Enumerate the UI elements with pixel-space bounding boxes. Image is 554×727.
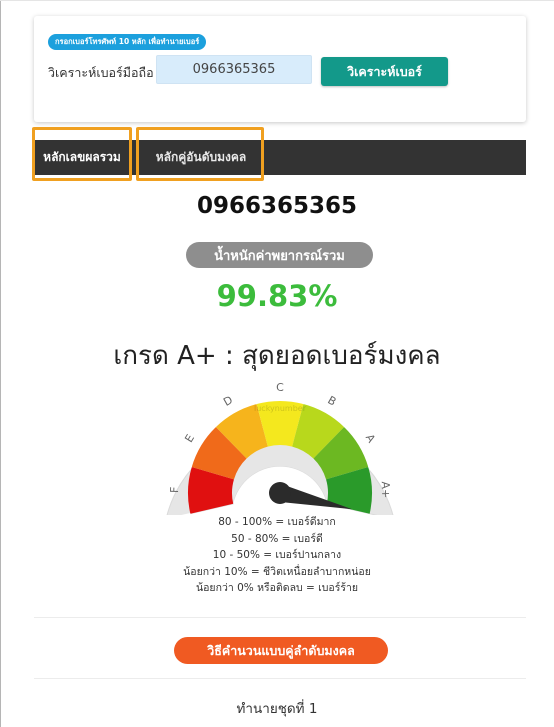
gauge-letter-label: A+ [379, 481, 392, 498]
gauge-separator [249, 379, 258, 405]
grade-heading: เกรด A+ : สุดยอดเบอร์มงคล [113, 341, 441, 371]
gauge-separator [167, 459, 192, 468]
phone-input-card: กรอกเบอร์โทรศัพท์ 10 หลัก เพื่อทำนายเบอร… [34, 16, 526, 122]
legend-line: น้อยกว่า 10% = ชีวิตเหนื่อยลำบากหน่อย [183, 565, 371, 578]
gauge-letter-label: F [168, 486, 181, 493]
legend-line: 80 - 100% = เบอร์ดีมาก [218, 516, 336, 528]
legend-line: น้อยกว่า 0% หรือติดลบ = เบอร์ร้าย [195, 582, 359, 594]
analyze-button[interactable]: วิเคราะห์เบอร์ [321, 57, 448, 86]
grade-gauge: F E D C B A A+ luckynumber [166, 379, 394, 515]
score-percent: 99.83% [216, 279, 338, 313]
gauge-letter-label: D [221, 393, 235, 408]
legend-line: 50 - 80% = เบอร์ดี [231, 532, 323, 545]
gauge-watermark: luckynumber [254, 404, 307, 413]
gauge-letter-label: A [363, 432, 378, 446]
tab-highlight-box-pairs [136, 127, 264, 181]
gauge-letter-label: E [182, 432, 197, 445]
gauge-letter-label: B [325, 394, 338, 409]
phone-field-label: วิเคราะห์เบอร์มือถือ [48, 65, 154, 80]
section-divider [34, 617, 526, 618]
tab-highlight-box-sum [32, 127, 132, 181]
prediction-heading: ทำนายชุดที่ 1 [236, 701, 318, 717]
phone-number-input[interactable] [156, 55, 312, 84]
gauge-separator [368, 459, 393, 468]
instruction-badge: กรอกเบอร์โทรศัพท์ 10 หลัก เพื่อทำนายเบอร… [48, 34, 207, 50]
gauge-separator [343, 408, 363, 428]
legend-line: 10 - 50% = เบอร์ปานกลาง [212, 549, 342, 561]
section-divider [34, 678, 526, 679]
window-border-top [0, 0, 554, 1]
grade-legend: 80 - 100% = เบอร์ดีมาก 50 - 80% = เบอร์ด… [0, 514, 554, 597]
gauge-separator [302, 379, 311, 405]
gauge-separator [197, 408, 217, 428]
result-phone-number: 0966365365 [196, 193, 358, 219]
gauge-needle-hub [269, 482, 291, 504]
gauge-letter-label: C [276, 381, 284, 394]
method-badge: วิธีคำนวนแบบคู่ลำดับมงคล [174, 637, 388, 664]
weight-label-badge: น้ำหนักค่าพยากรณ์รวม [186, 242, 373, 268]
